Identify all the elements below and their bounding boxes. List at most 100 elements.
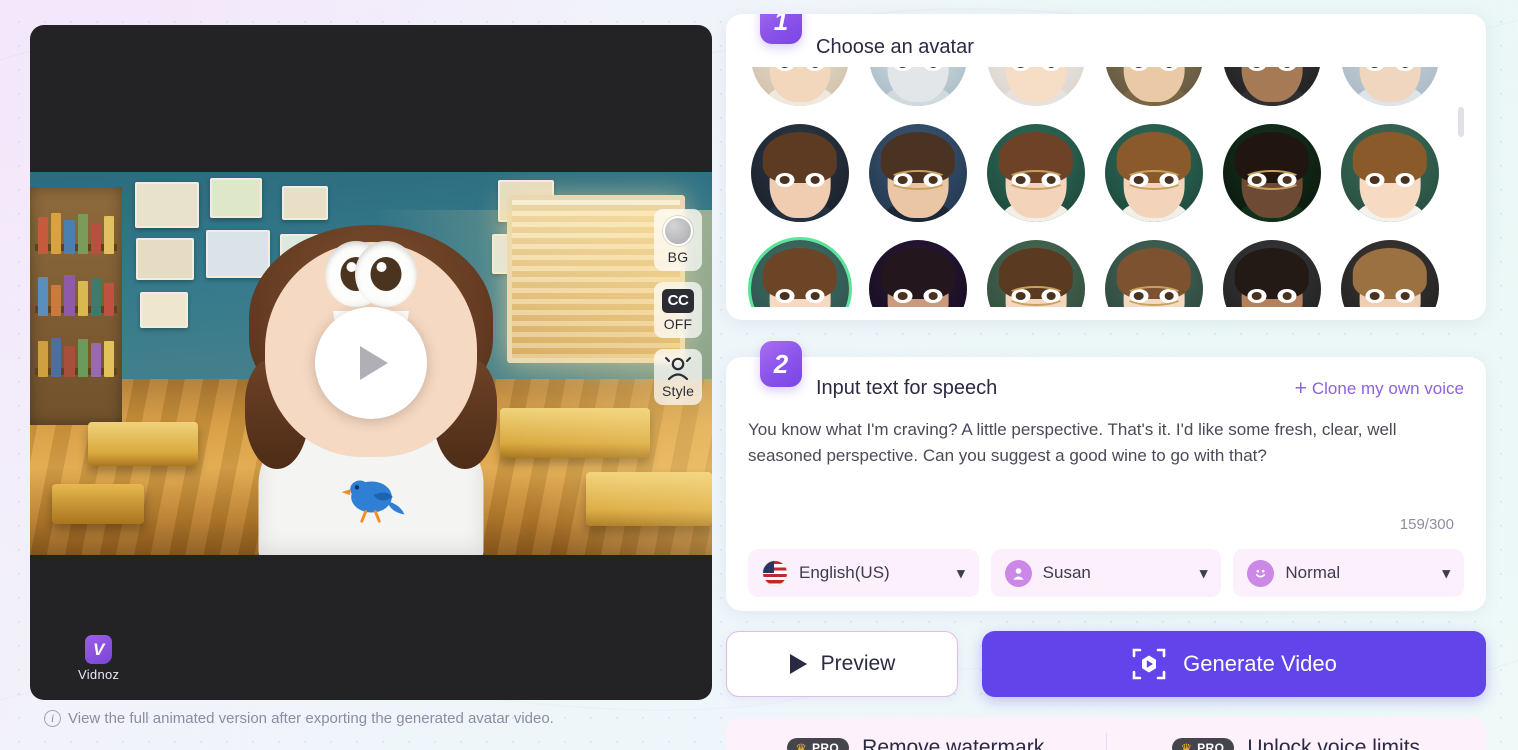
avatar-image — [869, 240, 967, 307]
vidnoz-watermark-text: Vidnoz — [78, 667, 120, 682]
voice-settings-row: English(US) ▾ Susan ▾ Normal ▾ — [748, 549, 1465, 597]
classroom-desk — [500, 408, 650, 458]
classroom-desk — [88, 422, 198, 466]
avatar-option[interactable] — [866, 237, 970, 307]
step-2-badge: 2 — [760, 341, 802, 387]
voice-value: Susan — [1042, 563, 1091, 582]
video-caption: i View the full animated version after e… — [30, 710, 712, 727]
generate-video-icon — [1132, 648, 1166, 680]
wall-poster — [140, 292, 188, 328]
avatar-option[interactable] — [984, 237, 1088, 307]
avatar-image — [987, 240, 1085, 307]
pro-badge: ♛ PRO — [1172, 738, 1235, 750]
input-text-title: Input text for speech — [816, 377, 998, 399]
preview-button[interactable]: Preview — [726, 631, 958, 697]
input-text-card: 2 Input text for speech + Clone my own v… — [726, 341, 1486, 611]
avatar-image — [1341, 124, 1439, 222]
editor-pane: 1 Choose an avatar 2 Input text for spee… — [726, 14, 1486, 750]
avatar-image — [1223, 67, 1321, 106]
avatar-option[interactable] — [748, 67, 852, 109]
avatar-image — [1223, 240, 1321, 307]
play-button[interactable] — [315, 306, 427, 419]
avatar-image — [987, 67, 1085, 106]
avatar-image — [869, 67, 967, 106]
clone-voice-label: Clone my own voice — [1311, 378, 1464, 398]
avatar-image — [1105, 124, 1203, 222]
wall-poster — [282, 186, 328, 220]
generate-video-button[interactable]: Generate Video — [982, 631, 1486, 697]
bg-tool-button[interactable]: BG — [654, 209, 702, 271]
emotion-selector[interactable]: Normal ▾ — [1233, 549, 1465, 597]
avatar-option[interactable] — [866, 121, 970, 225]
clone-my-own-voice-link[interactable]: + Clone my own voice — [1294, 376, 1464, 400]
step-1-badge: 1 — [760, 14, 802, 44]
avatar-option[interactable] — [1220, 121, 1324, 225]
avatar-image — [1341, 67, 1439, 106]
bird-shirt-graphic — [340, 480, 404, 523]
video-frame[interactable]: BG CC OFF Style V Vidnoz — [30, 25, 712, 700]
remove-watermark-label: Remove watermark — [862, 736, 1045, 750]
wall-poster — [136, 238, 194, 280]
video-caption-text: View the full animated version after exp… — [68, 710, 554, 727]
unlock-voice-limits-item[interactable]: ♛ PRO Unlock voice limits — [1107, 736, 1487, 750]
avatar-option[interactable] — [984, 121, 1088, 225]
cc-tool-button[interactable]: CC OFF — [654, 282, 702, 338]
cc-tool-label: OFF — [663, 316, 693, 332]
remove-watermark-item[interactable]: ♛ PRO Remove watermark — [726, 736, 1106, 750]
vidnoz-logo-icon: V — [85, 635, 113, 664]
character-eye-right — [355, 241, 417, 307]
avatar-image — [751, 67, 849, 106]
input-text-header: Input text for speech + Clone my own voi… — [816, 377, 1464, 400]
language-value: English(US) — [799, 563, 890, 582]
speech-text-input[interactable] — [748, 417, 1454, 489]
avatar-option[interactable] — [1220, 237, 1324, 307]
crown-icon: ♛ — [1180, 740, 1193, 750]
avatar-option[interactable] — [1102, 67, 1206, 109]
choose-avatar-card: 1 Choose an avatar — [726, 14, 1486, 320]
bookshelf — [30, 187, 122, 425]
avatar-scrollbar-track[interactable] — [1458, 69, 1464, 305]
avatar-image — [1223, 124, 1321, 222]
pro-badge-text: PRO — [1197, 741, 1225, 750]
plus-icon: + — [1294, 376, 1307, 400]
avatar-grid — [748, 67, 1468, 307]
avatar-image — [869, 124, 967, 222]
crown-icon: ♛ — [795, 740, 807, 750]
avatar-option[interactable] — [1220, 67, 1324, 109]
generate-video-label: Generate Video — [1183, 651, 1337, 676]
chevron-down-icon: ▾ — [957, 565, 965, 582]
pro-badge: ♛ PRO — [787, 738, 850, 750]
vidnoz-watermark: V Vidnoz — [78, 635, 119, 682]
avatar-option[interactable] — [1102, 237, 1206, 307]
voice-selector[interactable]: Susan ▾ — [990, 549, 1222, 597]
video-tool-strip: BG CC OFF Style — [654, 209, 702, 405]
closed-caption-icon: CC — [662, 289, 694, 313]
avatar-option[interactable] — [1338, 121, 1442, 225]
language-selector[interactable]: English(US) ▾ — [748, 549, 979, 597]
pro-upsell-card: ♛ PRO Remove watermark ♛ PRO Unlock voic… — [726, 717, 1486, 750]
avatar-scroll-area[interactable] — [748, 67, 1468, 307]
avatar-image — [1341, 240, 1439, 307]
person-icon — [1004, 559, 1032, 587]
avatar-option[interactable] — [1338, 67, 1442, 109]
play-triangle-icon — [789, 654, 807, 674]
avatar-image — [1105, 67, 1203, 106]
avatar-option[interactable] — [1338, 237, 1442, 307]
avatar-image — [751, 240, 849, 307]
avatar-option[interactable] — [866, 67, 970, 109]
avatar-option[interactable] — [1102, 121, 1206, 225]
smiley-icon — [1247, 559, 1275, 587]
avatar-option[interactable] — [984, 67, 1088, 109]
avatar-image — [987, 124, 1085, 222]
choose-avatar-title: Choose an avatar — [816, 36, 974, 58]
wall-poster — [135, 182, 199, 228]
avatar-option[interactable] — [748, 237, 852, 307]
wall-poster — [210, 178, 262, 218]
background-circle-icon — [663, 216, 693, 246]
avatar-scrollbar-thumb[interactable] — [1458, 107, 1464, 137]
info-icon: i — [44, 710, 61, 727]
style-tool-button[interactable]: Style — [654, 349, 702, 405]
preview-label: Preview — [820, 652, 896, 675]
avatar-option[interactable] — [748, 121, 852, 225]
classroom-desk — [586, 472, 712, 526]
